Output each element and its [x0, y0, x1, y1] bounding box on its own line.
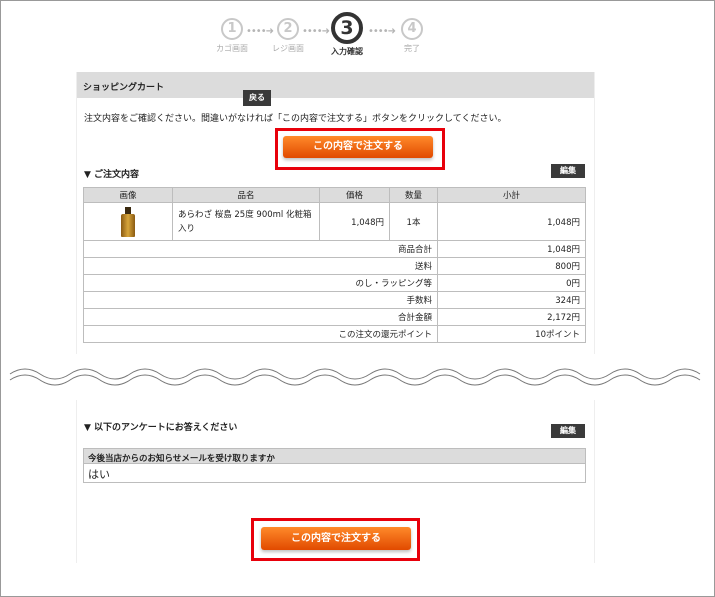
column-header: 数量 [389, 187, 438, 203]
summary-label: のし・ラッピング等 [83, 274, 438, 292]
edit-survey-button[interactable]: 編集 [551, 424, 585, 438]
step-number-icon: 4 [401, 18, 423, 40]
arrow-right-icon: ••••➜ [368, 26, 396, 37]
cart-header: ショッピングカート [77, 72, 594, 98]
summary-label: 商品合計 [83, 240, 438, 258]
table-row: この注文の還元ポイント 10ポイント [83, 325, 586, 343]
table-row: 送料 800円 [83, 257, 586, 275]
product-quantity: 1本 [389, 202, 438, 241]
arrow-right-icon: ••••➜ [302, 26, 330, 37]
summary-value: 10ポイント [437, 325, 586, 343]
back-button[interactable]: 戻る [243, 90, 271, 106]
step-label: カゴ画面 [216, 44, 248, 53]
summary-value: 324円 [437, 291, 586, 309]
table-row: あらわざ 桜島 25度 900ml 化粧箱入り 1,048円 1本 1,048円 [83, 202, 586, 241]
order-table: 画像 品名 価格 数量 小計 あらわざ 桜島 25度 900ml 化粧箱入り 1… [83, 187, 586, 343]
summary-label: 合計金額 [83, 308, 438, 326]
summary-value: 800円 [437, 257, 586, 275]
place-order-button-bottom[interactable]: この内容で注文する [261, 527, 411, 550]
column-header: 画像 [83, 187, 173, 203]
step-number-icon: 3 [331, 12, 363, 44]
summary-value: 0円 [437, 274, 586, 292]
summary-value: 2,172円 [437, 308, 586, 326]
product-bottle-image[interactable] [121, 206, 135, 237]
product-price: 1,048円 [319, 202, 390, 241]
table-row: のし・ラッピング等 0円 [83, 274, 586, 292]
order-confirm-panel: ショッピングカート 注文内容をご確認ください。間違いがなければ「この内容で注文す… [76, 72, 595, 354]
order-section-title: ▼ ご注文内容 [84, 170, 140, 180]
step-confirm: 3 入力確認 [327, 12, 367, 57]
column-header: 品名 [172, 187, 320, 203]
column-header: 小計 [437, 187, 586, 203]
step-label: レジ画面 [272, 44, 304, 53]
place-order-button[interactable]: この内容で注文する [283, 136, 433, 158]
summary-label: 送料 [83, 257, 438, 275]
page-cut-divider [9, 368, 701, 386]
step-number-icon: 2 [277, 18, 299, 40]
step-complete: 4 完了 [392, 12, 432, 54]
table-row: 合計金額 2,172円 [83, 308, 586, 326]
survey-section-title: ▼ 以下のアンケートにお答えください [84, 423, 238, 433]
edit-order-button[interactable]: 編集 [551, 164, 585, 178]
step-label: 入力確認 [331, 47, 363, 56]
product-subtotal: 1,048円 [437, 202, 586, 241]
step-number-icon: 1 [221, 18, 243, 40]
survey-question: 今後当店からのお知らせメールを受け取りますか [84, 449, 585, 464]
summary-value: 1,048円 [437, 240, 586, 258]
survey-panel: ▼ 以下のアンケートにお答えください 編集 今後当店からのお知らせメールを受け取… [76, 400, 595, 563]
product-image-cell [83, 202, 173, 241]
checkout-steps: 1 カゴ画面 ••••➜ 2 レジ画面 ••••➜ 3 入力確認 ••••➜ 4… [212, 12, 432, 64]
confirm-instructions: 注文内容をご確認ください。間違いがなければ「この内容で注文する」ボタンをクリック… [84, 114, 507, 124]
table-row: 商品合計 1,048円 [83, 240, 586, 258]
column-header: 価格 [319, 187, 390, 203]
summary-label: 手数料 [83, 291, 438, 309]
survey-box: 今後当店からのお知らせメールを受け取りますか はい [83, 448, 586, 483]
product-name: あらわざ 桜島 25度 900ml 化粧箱入り [172, 202, 320, 241]
summary-label: この注文の還元ポイント [83, 325, 438, 343]
step-label: 完了 [404, 44, 420, 53]
survey-answer: はい [88, 468, 110, 481]
table-row: 手数料 324円 [83, 291, 586, 309]
